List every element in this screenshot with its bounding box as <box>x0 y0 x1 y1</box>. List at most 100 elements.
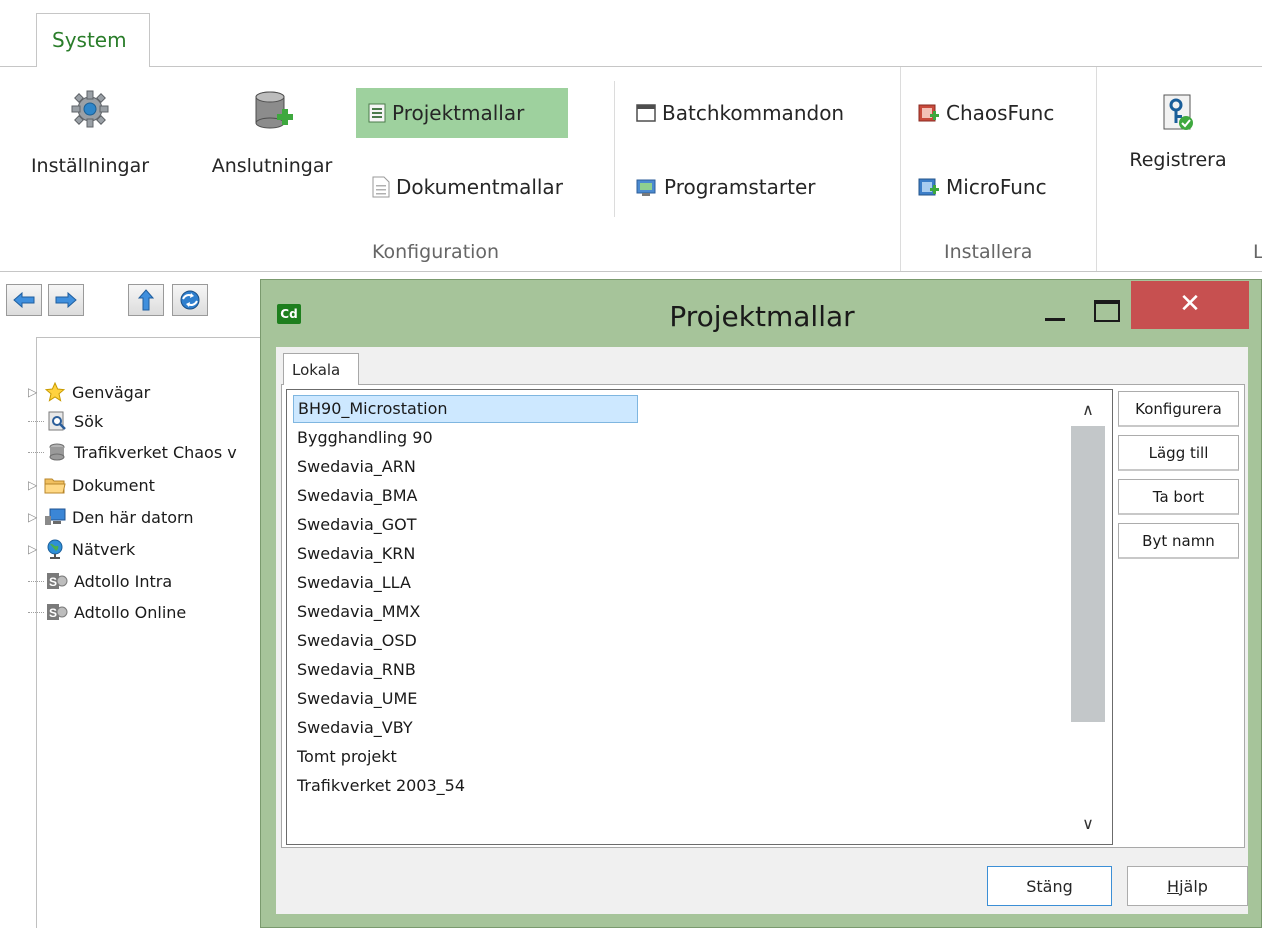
list-item[interactable]: Bygghandling 90 <box>293 424 433 452</box>
expand-arrow-icon[interactable]: ▷ <box>28 478 42 492</box>
forward-button[interactable] <box>48 284 84 316</box>
list-item[interactable]: Swedavia_RNB <box>293 656 416 684</box>
group-label-konfiguration: Konfiguration <box>372 241 500 263</box>
list-item[interactable]: Swedavia_GOT <box>293 511 417 539</box>
konfigurera-button[interactable]: Konfigurera <box>1118 391 1239 427</box>
list-item[interactable]: Swedavia_LLA <box>293 569 411 597</box>
minimize-button[interactable] <box>1037 288 1073 328</box>
app-logo-icon: Cd <box>277 304 301 324</box>
programstarter-label: Programstarter <box>664 175 816 199</box>
sharepoint-icon: S <box>46 602 68 622</box>
tree-item-adtollo-online[interactable]: S Adtollo Online <box>28 597 186 627</box>
close-button[interactable]: ✕ <box>1131 281 1249 329</box>
anslutningar-label: Anslutningar <box>211 155 333 177</box>
microfunc-icon <box>918 178 939 196</box>
up-button[interactable] <box>128 284 164 316</box>
ta-bort-button[interactable]: Ta bort <box>1118 479 1239 515</box>
svg-text:S: S <box>49 575 57 589</box>
hjalp-button[interactable]: Hjälp <box>1127 866 1248 906</box>
tree-item-label: Trafikverket Chaos v <box>74 442 237 462</box>
tree-item-label: Dokument <box>72 475 155 495</box>
anslutningar-button[interactable]: Anslutningar <box>194 89 350 177</box>
expand-arrow-icon[interactable]: ▷ <box>28 385 42 399</box>
search-document-icon <box>46 411 68 431</box>
document-icon <box>372 176 390 198</box>
arrow-left-icon <box>13 292 35 308</box>
expand-arrow-icon[interactable]: ▷ <box>28 542 42 556</box>
tree-connector <box>28 580 44 582</box>
ribbon-tab-bar: System <box>0 0 1262 67</box>
tab-lokala[interactable]: Lokala <box>283 353 359 385</box>
dokumentmallar-label: Dokumentmallar <box>396 175 563 199</box>
batchkommandon-button[interactable]: Batchkommandon <box>636 88 886 138</box>
maximize-button[interactable] <box>1087 288 1123 328</box>
refresh-globe-icon <box>180 290 200 310</box>
hjalp-label: jälp <box>1179 876 1208 896</box>
tree-item-label: Adtollo Online <box>74 602 187 622</box>
list-item-selected[interactable]: BH90_Microstation <box>293 395 638 423</box>
gear-icon <box>71 90 109 128</box>
registrera-button[interactable]: Registrera <box>1104 93 1252 171</box>
nav-toolbar <box>0 272 262 338</box>
refresh-button[interactable] <box>172 284 208 316</box>
lagg-till-button[interactable]: Lägg till <box>1118 435 1239 471</box>
list-item[interactable]: Trafikverket 2003_54 <box>293 772 465 800</box>
back-button[interactable] <box>6 284 42 316</box>
star-icon <box>44 382 66 402</box>
registrera-label: Registrera <box>1129 149 1227 171</box>
chaosfunc-button[interactable]: ChaosFunc <box>918 88 1088 138</box>
chaos-db-icon <box>46 442 68 462</box>
chaosfunc-icon <box>918 104 939 122</box>
sharepoint-icon: S <box>46 571 68 591</box>
installningar-button[interactable]: Inställningar <box>0 89 180 177</box>
tree-item-adtollo-intra[interactable]: S Adtollo Intra <box>28 566 172 596</box>
template-listbox[interactable]: BH90_Microstation Bygghandling 90 Swedav… <box>286 389 1113 845</box>
ribbon-body: Inställningar Anslutningar Projektmallar <box>0 67 1262 272</box>
tree-item-genvagar[interactable]: ▷ Genvägar <box>28 377 150 407</box>
installningar-label: Inställningar <box>30 155 150 177</box>
program-launch-icon <box>636 179 656 196</box>
programstarter-button[interactable]: Programstarter <box>636 162 886 212</box>
tree-item-dokument[interactable]: ▷ Dokument <box>28 470 155 500</box>
dokumentmallar-button[interactable]: Dokumentmallar <box>356 162 606 212</box>
list-item[interactable]: Swedavia_BMA <box>293 482 418 510</box>
group-label-partial: L <box>1253 241 1262 263</box>
microfunc-button[interactable]: MicroFunc <box>918 162 1088 212</box>
tree-item-sok[interactable]: Sök <box>28 406 103 436</box>
arrow-right-icon <box>55 292 77 308</box>
list-item[interactable]: Swedavia_ARN <box>293 453 416 481</box>
list-item[interactable]: Swedavia_UME <box>293 685 417 713</box>
list-item[interactable]: Swedavia_VBY <box>293 714 413 742</box>
tree-item-label: Den här datorn <box>72 507 194 527</box>
tree-item-trafikverket[interactable]: Trafikverket Chaos v <box>28 437 237 467</box>
network-globe-icon <box>44 539 66 559</box>
key-register-icon <box>1163 94 1193 130</box>
projektmallar-button[interactable]: Projektmallar <box>356 88 568 138</box>
folder-icon <box>44 475 66 495</box>
tree-item-den-har-datorn[interactable]: ▷ Den här datorn <box>28 502 193 532</box>
tree-connector <box>28 451 44 453</box>
scroll-down-chevron-icon[interactable]: ∨ <box>1073 810 1103 838</box>
tree-connector <box>28 420 44 422</box>
list-item[interactable]: Swedavia_KRN <box>293 540 415 568</box>
nav-divider <box>36 337 262 338</box>
list-item[interactable]: Swedavia_MMX <box>293 598 420 626</box>
tab-page-lokala: BH90_Microstation Bygghandling 90 Swedav… <box>281 384 1245 848</box>
hjalp-mnemonic: H <box>1167 876 1180 896</box>
batchkommandon-label: Batchkommandon <box>662 101 845 125</box>
tree-item-label: Sök <box>74 411 104 431</box>
tab-system[interactable]: System <box>36 13 150 67</box>
list-item[interactable]: Swedavia_OSD <box>293 627 417 655</box>
scroll-up-chevron-icon[interactable]: ∧ <box>1073 396 1103 424</box>
tree-item-label: Adtollo Intra <box>74 571 173 591</box>
tree-item-natverk[interactable]: ▷ Nätverk <box>28 534 135 564</box>
dialog-client-area: Lokala BH90_Microstation Bygghandling 90… <box>276 347 1248 914</box>
microfunc-label: MicroFunc <box>946 175 1047 199</box>
svg-text:S: S <box>49 606 57 620</box>
database-add-icon <box>255 91 293 129</box>
scrollbar-thumb[interactable] <box>1071 426 1105 722</box>
byt-namn-button[interactable]: Byt namn <box>1118 523 1239 559</box>
stang-button[interactable]: Stäng <box>987 866 1112 906</box>
expand-arrow-icon[interactable]: ▷ <box>28 510 42 524</box>
list-item[interactable]: Tomt projekt <box>293 743 397 771</box>
